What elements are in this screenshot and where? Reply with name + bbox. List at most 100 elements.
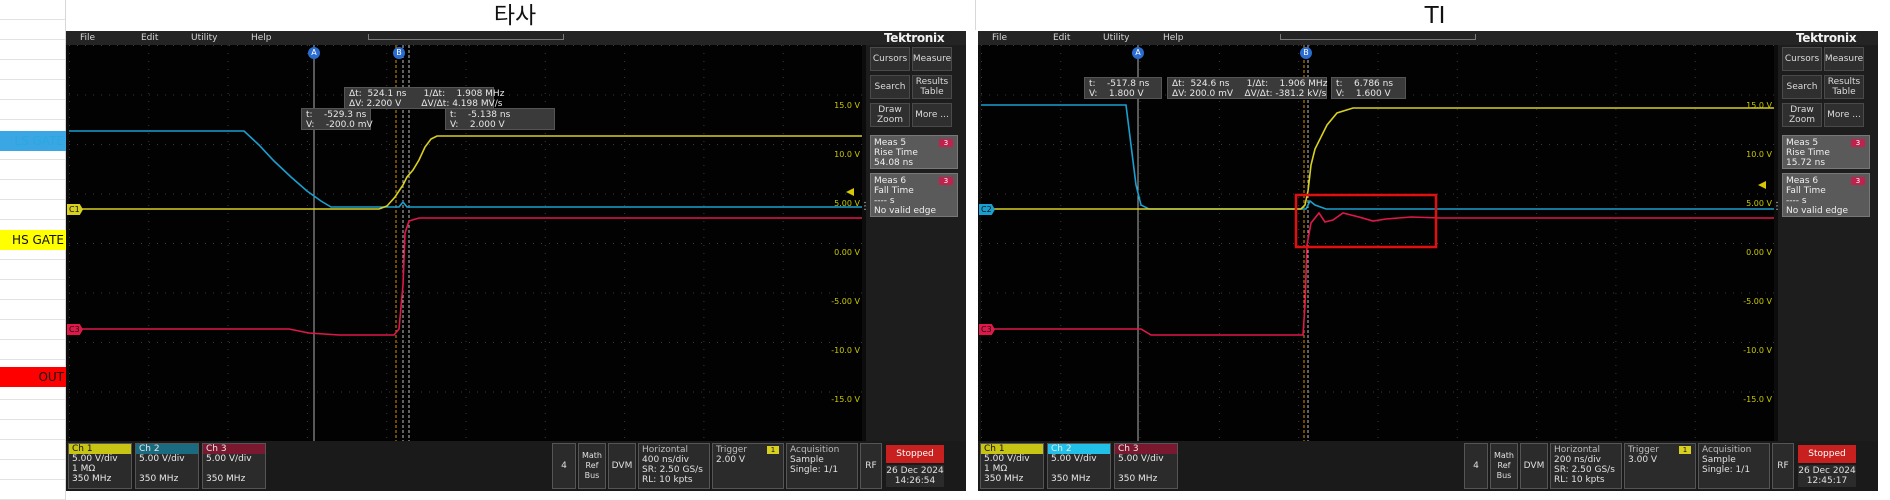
- run-stop-status[interactable]: Stopped: [886, 445, 944, 463]
- channel-count-button[interactable]: 4: [1464, 443, 1488, 489]
- dvm-button[interactable]: DVM: [608, 443, 636, 489]
- grid-dot: [1717, 292, 1718, 294]
- cursor-a-badge[interactable]: A: [1132, 47, 1144, 59]
- channel-setting: 350 MHz: [1051, 474, 1091, 484]
- cursor-b-badge[interactable]: B: [1300, 47, 1312, 59]
- grid-dot: [1377, 429, 1379, 430]
- grid-dot: [1536, 221, 1538, 222]
- grid-dot: [1694, 325, 1696, 326]
- grid-dot: [437, 243, 438, 244]
- acquisition-badge[interactable]: Acquisition Sample Single: 1/1: [1698, 443, 1770, 489]
- cursor-b-badge[interactable]: B: [393, 47, 405, 59]
- badge-line: 200 ns/div: [1554, 455, 1602, 465]
- channel-marker-c3[interactable]: C3: [979, 324, 995, 335]
- menu-item-utility[interactable]: Utility: [191, 31, 217, 45]
- acquisition-badge[interactable]: Acquisition Sample Single: 1/1: [786, 443, 858, 489]
- grid-dot: [306, 397, 308, 398]
- trigger-badge[interactable]: Trigger 1 2.00 V: [712, 443, 784, 489]
- grid-dot: [386, 237, 388, 238]
- badge-line: Sample: [1702, 455, 1736, 465]
- channel-count-button[interactable]: 4: [552, 443, 576, 489]
- panel-button-search[interactable]: Search: [1782, 75, 1822, 99]
- grid-dot: [1277, 193, 1278, 195]
- panel-button-measure[interactable]: Measure: [1824, 47, 1864, 71]
- grid-dot: [782, 365, 784, 366]
- horizontal-badge[interactable]: Horizontal 400 ns/div SR: 2.50 GS/s RL: 10 …: [638, 443, 710, 489]
- channel-badge-2[interactable]: Ch 2 5.00 V/div 350 MHz: [1047, 443, 1111, 489]
- menu-item-utility[interactable]: Utility: [1103, 31, 1129, 45]
- grid-dot: [1694, 101, 1696, 102]
- grid-dot: [429, 243, 430, 244]
- grid-dot: [465, 77, 467, 78]
- panel-button-cursors[interactable]: Cursors: [870, 47, 910, 71]
- panel-button-results-table[interactable]: Results Table: [1824, 75, 1864, 99]
- measurement-badge[interactable]: 3 Meas 6 Fall Time ---- s No valid edge: [1782, 173, 1870, 217]
- panel-more-dots[interactable]: ⋮: [1772, 202, 1782, 212]
- grid-dot: [1429, 292, 1430, 294]
- channel-badge-3[interactable]: Ch 3 5.00 V/div 350 MHz: [202, 443, 266, 489]
- grid-dot: [69, 285, 70, 286]
- grid-dot: [1197, 45, 1198, 46]
- menu-item-file[interactable]: File: [80, 31, 95, 45]
- grid-dot: [1456, 69, 1458, 70]
- grid-dot: [1477, 243, 1478, 244]
- panel-button-draw-zoom[interactable]: Draw Zoom: [1782, 103, 1822, 127]
- menu-item-help[interactable]: Help: [251, 31, 272, 45]
- panel-button-more[interactable]: More ...: [912, 103, 952, 127]
- horizontal-badge[interactable]: Horizontal 200 ns/div SR: 2.50 GS/s RL: 10 …: [1550, 443, 1622, 489]
- zoom-overview-bar[interactable]: [1280, 34, 1476, 40]
- grid-dot: [1694, 53, 1696, 54]
- panel-button-search[interactable]: Search: [870, 75, 910, 99]
- measurement-badge[interactable]: 3 Meas 5 Rise Time 15.72 ns: [1782, 135, 1870, 169]
- grid-dot: [317, 292, 318, 294]
- grid-dot: [624, 437, 626, 438]
- panel-button-cursors[interactable]: Cursors: [1782, 47, 1822, 71]
- math-ref-bus-button[interactable]: Math Ref Bus: [578, 443, 606, 489]
- menu-item-edit[interactable]: Edit: [141, 31, 158, 45]
- rf-button[interactable]: RF: [1772, 443, 1794, 489]
- grid-dot: [1733, 94, 1734, 96]
- channel-marker-c3[interactable]: C3: [67, 324, 83, 335]
- grid-dot: [1349, 144, 1350, 145]
- panel-button-measure[interactable]: Measure: [912, 47, 952, 71]
- measurement-badge[interactable]: 3 Meas 6 Fall Time ---- s No valid edge: [870, 173, 958, 217]
- panel-button-results-table[interactable]: Results Table: [912, 75, 952, 99]
- grid-dot: [1456, 269, 1458, 270]
- grid-dot: [981, 94, 982, 96]
- panel-button-draw-zoom[interactable]: Draw Zoom: [870, 103, 910, 127]
- menu-item-file[interactable]: File: [992, 31, 1007, 45]
- grid-dot: [485, 391, 486, 393]
- grid-dot: [117, 144, 118, 145]
- menu-item-help[interactable]: Help: [1163, 31, 1184, 45]
- grid-dot: [317, 144, 318, 145]
- menu-item-edit[interactable]: Edit: [1053, 31, 1070, 45]
- channel-badge-3[interactable]: Ch 3 5.00 V/div 350 MHz: [1114, 443, 1178, 489]
- grid-dot: [1060, 125, 1062, 126]
- zoom-overview-bar[interactable]: [368, 34, 564, 40]
- measurement-badge[interactable]: 3 Meas 5 Rise Time 54.08 ns: [870, 135, 958, 169]
- grid-dot: [1694, 397, 1696, 398]
- channel-badge-1[interactable]: Ch 1 5.00 V/div 1 MΩ 350 MHz: [980, 443, 1044, 489]
- dvm-button[interactable]: DVM: [1520, 443, 1548, 489]
- grid-dot: [782, 157, 784, 158]
- panel-more-dots[interactable]: ⋮: [860, 202, 870, 212]
- grid-dot: [1621, 94, 1622, 96]
- run-stop-status[interactable]: Stopped: [1798, 445, 1856, 463]
- grid-dot: [148, 189, 150, 190]
- math-ref-bus-button[interactable]: Math Ref Bus: [1490, 443, 1518, 489]
- waveform-plot[interactable]: [981, 45, 1775, 442]
- grid-dot: [733, 292, 734, 294]
- grid-dot: [703, 325, 705, 326]
- channel-badge-1[interactable]: Ch 1 5.00 V/div 1 MΩ 350 MHz: [68, 443, 132, 489]
- cursor-a-badge[interactable]: A: [308, 47, 320, 59]
- grid-dot: [1461, 144, 1462, 145]
- grid-dot: [373, 193, 374, 195]
- channel-setting: 350 MHz: [1118, 474, 1158, 484]
- channel-marker-c1[interactable]: C1: [67, 204, 83, 215]
- readout-line: t: 6.786 ns: [1336, 79, 1394, 89]
- channel-marker-c2[interactable]: C2: [979, 204, 995, 215]
- rf-button[interactable]: RF: [860, 443, 882, 489]
- panel-button-more[interactable]: More ...: [1824, 103, 1864, 127]
- channel-badge-2[interactable]: Ch 2 5.00 V/div 350 MHz: [135, 443, 199, 489]
- trigger-badge[interactable]: Trigger 1 3.00 V: [1624, 443, 1696, 489]
